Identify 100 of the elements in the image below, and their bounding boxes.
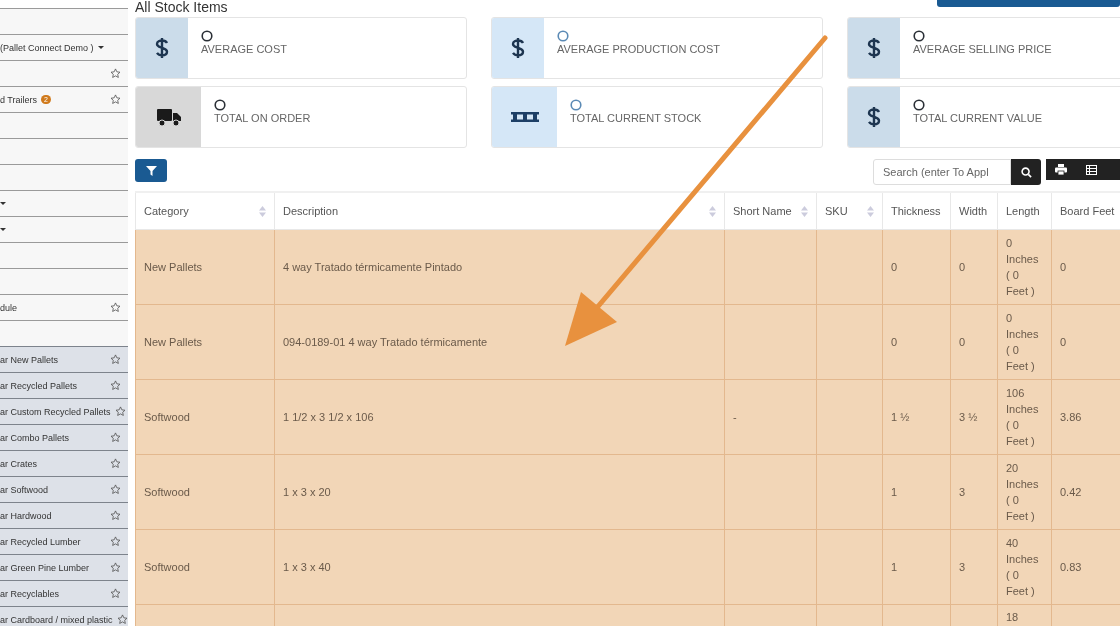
table-cell: 0 [959,336,966,348]
table-cell: 18 [1006,611,1019,623]
column-header[interactable]: SKU [816,192,883,230]
table-cell: 0.42 [1060,486,1082,498]
star-icon[interactable] [110,510,121,521]
stat-label: TOTAL CURRENT VALUE [913,112,1042,124]
stat-label: TOTAL CURRENT STOCK [570,112,702,124]
sidebar-item[interactable] [0,164,128,190]
dollar-icon [866,36,882,60]
loading-icon [201,30,213,42]
search-field[interactable]: Search (enter To Appl [873,159,1011,185]
loading-icon [913,99,925,111]
loading-icon [214,99,226,111]
table-cell: 4 way Tratado térmicamente Pintado [283,261,463,273]
column-header[interactable]: Category [135,192,275,230]
sidebar-item[interactable]: (Pallet Connect Demo ) [0,34,128,60]
column-header: Board Feet [1051,192,1120,230]
loading-icon [913,30,925,42]
table-cell: 1 [891,486,898,498]
table-cell: New Pallets [144,336,203,348]
table-cell: - [733,411,737,423]
sidebar-item[interactable]: ar Hardwood [0,502,128,528]
table-cell: 0 Inches ( 0 Feet ) [1006,237,1039,297]
star-icon[interactable] [110,562,121,573]
printer-icon [1055,164,1067,175]
page-title: All Stock Items [135,0,228,14]
star-icon[interactable] [110,354,121,365]
sidebar-item[interactable] [0,268,128,294]
stat-label: AVERAGE SELLING PRICE [913,43,1052,55]
star-icon[interactable] [110,302,121,313]
table-cell: New Pallets [144,261,203,273]
table-cell: 1 1/2 x 3 1/2 x 106 [283,411,374,423]
table-cell: 3.86 [1060,411,1082,423]
sidebar-item[interactable]: ar Crates [0,450,128,476]
sidebar-item[interactable] [0,320,128,346]
sidebar-item[interactable] [0,60,128,86]
table-cell: 0 [891,261,898,273]
column-header[interactable]: Short Name [724,192,817,230]
column-header: Thickness [882,192,951,230]
sidebar-item[interactable]: ar Recycled Pallets [0,372,128,398]
table-cell: 1 [891,561,898,573]
table-cell: 1 x 3 x 20 [283,486,331,498]
table-cell: 3 [959,561,966,573]
sidebar-item[interactable]: ar Recyclables [0,580,128,606]
sidebar-item[interactable]: dule [0,294,128,320]
sidebar-item[interactable] [0,138,128,164]
filter-button[interactable] [135,159,167,182]
stat-label: AVERAGE COST [201,43,287,55]
star-icon[interactable] [114,406,126,417]
table-cell: 1 x 3 x 40 [283,561,331,573]
table-cell: 40 Inches ( 0 Feet ) [1006,537,1039,597]
filter-icon [145,165,157,176]
table-cell: 0 Inches ( 0 Feet ) [1006,312,1039,372]
star-icon[interactable] [110,94,121,105]
star-icon[interactable] [110,458,121,469]
star-icon[interactable] [110,380,121,391]
sidebar-item[interactable]: ar Softwood [0,476,128,502]
sidebar-item[interactable] [0,216,128,242]
table-cell: 106 Inches ( 0 Feet ) [1006,387,1039,447]
table-cell: 0 [1060,336,1067,348]
stat-label: TOTAL ON ORDER [214,112,311,124]
stat-label: AVERAGE PRODUCTION COST [557,43,720,55]
sidebar-item[interactable]: ar New Pallets [0,346,128,372]
sidebar-item[interactable]: ar Green Pine Lumber [0,554,128,580]
search-icon [1020,166,1032,178]
dollar-icon [866,105,882,129]
column-header[interactable]: Description [274,192,725,230]
sidebar-item[interactable]: ar Combo Pallets [0,424,128,450]
table-cell: 0.83 [1060,561,1082,573]
table-cell: 094-0189-01 4 way Tratado térmicamente [283,336,488,348]
sidebar-item[interactable]: ar Custom Recycled Pallets [0,398,128,424]
truck-icon [155,107,182,127]
loading-icon [570,99,582,111]
table-cell: Softwood [144,561,190,573]
table-cell: 3 ½ [959,411,978,423]
sidebar-item[interactable] [0,242,128,268]
table-cell: Softwood [144,486,190,498]
sidebar-item[interactable] [0,112,128,138]
list-icon [1085,164,1097,175]
star-icon[interactable] [110,484,121,495]
table-cell: Softwood [144,411,190,423]
star-icon[interactable] [110,588,121,599]
column-header: Length [997,192,1052,230]
star-icon[interactable] [110,68,121,79]
sidebar-item[interactable] [0,8,128,34]
table-cell: 0 [891,336,898,348]
dollar-icon [510,36,526,60]
table-cell: 1 ½ [891,411,910,423]
star-icon[interactable] [110,536,121,547]
dollar-icon [154,36,170,60]
table-cell: 3 [959,486,966,498]
star-icon[interactable] [116,614,128,625]
table-cell: 0 [959,261,966,273]
sidebar-item[interactable]: ar Cardboard / mixed plastic [0,606,128,626]
search-button[interactable] [1011,159,1041,185]
loading-icon [557,30,569,42]
sidebar-item[interactable] [0,190,128,216]
sidebar-item[interactable]: ar Recycled Lumber [0,528,128,554]
star-icon[interactable] [110,432,121,443]
pallet-icon [510,112,539,122]
